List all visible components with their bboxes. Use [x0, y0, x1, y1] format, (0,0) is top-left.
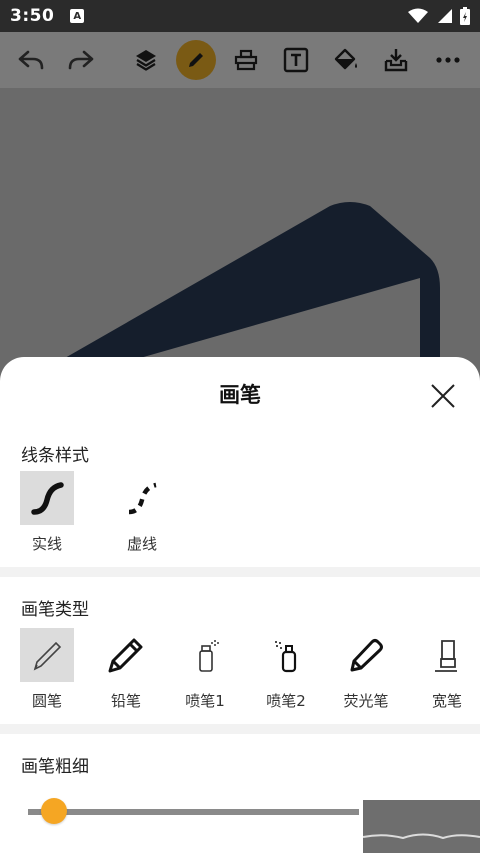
highlighter-preview [339, 628, 393, 682]
sheet-title: 画笔 [219, 383, 261, 407]
save-button[interactable] [376, 40, 416, 80]
brush-type-spray1[interactable]: 喷笔1 [178, 628, 232, 711]
wifi-icon [408, 8, 428, 23]
line-style-solid[interactable]: 实线 [20, 471, 74, 554]
brush-button[interactable] [176, 40, 216, 80]
brush-type-highlighter[interactable]: 荧光笔 [339, 628, 393, 711]
top-toolbar [0, 32, 480, 88]
brush-type-pencil[interactable]: 铅笔 [99, 628, 153, 711]
text-button[interactable] [276, 40, 316, 80]
pencil-icon [108, 638, 143, 673]
thickness-title: 画笔粗细 [21, 757, 89, 777]
line-style-dashed[interactable]: 虚线 [115, 471, 169, 554]
status-icons [408, 7, 470, 25]
undo-button[interactable] [11, 40, 51, 80]
pencil-preview [99, 628, 153, 682]
text-icon [283, 47, 309, 73]
brush-type-round[interactable]: 圆笔 [20, 628, 74, 711]
brush-icon [189, 53, 203, 67]
solid-line-icon [31, 482, 64, 515]
wide-pen-preview [420, 628, 474, 682]
brush-stroke-preview [363, 800, 480, 853]
spray-bottle-icon [275, 641, 297, 673]
drawing-canvas[interactable] [0, 88, 480, 378]
section-divider [0, 567, 480, 577]
eraser-button[interactable] [226, 40, 266, 80]
battery-icon [460, 7, 470, 25]
more-button[interactable] [428, 40, 468, 80]
status-time: 3:50 [10, 6, 55, 26]
line-style-title: 线条样式 [21, 446, 89, 466]
eraser-icon [234, 49, 258, 71]
status-bar: 3:50 A [0, 0, 480, 32]
more-icon [436, 57, 460, 63]
spray-can-icon [199, 640, 219, 672]
save-download-icon [384, 49, 408, 72]
dashed-line-icon [128, 482, 157, 515]
spray1-preview [178, 628, 232, 682]
fill-bucket-icon [334, 48, 357, 70]
fill-bucket-button[interactable] [326, 40, 366, 80]
brush-type-title: 画笔类型 [21, 600, 89, 620]
notification-icon: A [70, 9, 85, 23]
canvas-drawing [30, 202, 440, 378]
thickness-slider-track[interactable] [28, 809, 359, 815]
solid-line-label: 实线 [31, 535, 62, 553]
wide-marker-icon [435, 640, 457, 672]
round-pen-label: 圆笔 [31, 692, 62, 710]
redo-button[interactable] [61, 40, 101, 80]
redo-icon [68, 50, 94, 70]
spray2-preview [259, 628, 313, 682]
brush-type-spray2[interactable]: 喷笔2 [259, 628, 313, 711]
undo-icon [18, 50, 44, 70]
section-divider [0, 724, 480, 734]
wide-pen-label: 宽笔 [431, 692, 462, 710]
thickness-slider-handle[interactable] [41, 798, 68, 824]
layers-icon [136, 50, 156, 71]
stroke-preview-graphic [363, 833, 480, 840]
highlighter-icon [350, 639, 383, 672]
round-pen-preview [20, 628, 74, 682]
close-button[interactable] [430, 383, 456, 409]
solid-line-preview [20, 471, 74, 525]
pencil-label: 铅笔 [110, 692, 141, 710]
layers-button[interactable] [126, 40, 166, 80]
dashed-line-label: 虚线 [126, 535, 157, 553]
dashed-line-preview [115, 471, 169, 525]
highlighter-label: 荧光笔 [343, 692, 389, 710]
spray2-label: 喷笔2 [266, 692, 306, 710]
brush-type-wide[interactable]: 宽笔 [420, 628, 474, 711]
signal-icon [438, 9, 452, 23]
round-pen-icon [33, 641, 62, 671]
spray1-label: 喷笔1 [185, 692, 225, 710]
close-icon [431, 384, 455, 408]
brush-settings-sheet: 画笔 线条样式 实线 虚线 画笔类型 圆笔 铅笔 喷笔1 喷笔2 荧光笔 宽笔 … [0, 357, 480, 853]
